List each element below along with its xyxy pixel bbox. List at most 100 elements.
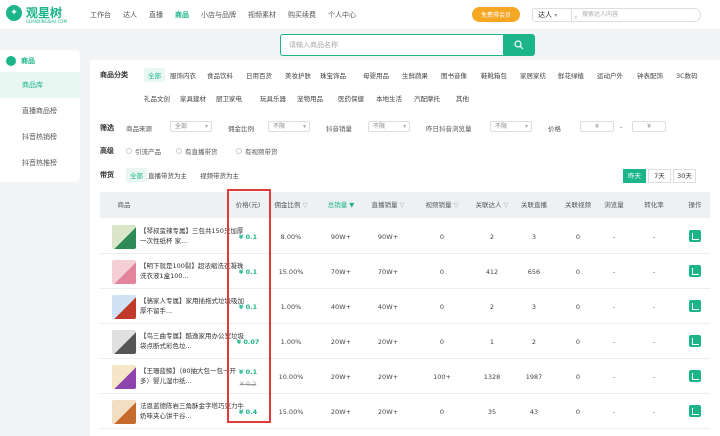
category-item[interactable]: 运动户外 — [597, 70, 623, 80]
chart-icon[interactable] — [689, 405, 701, 417]
logo[interactable]: ✦ 观星树 GUANXINGSHU.COM — [6, 4, 67, 24]
bring-option[interactable]: 直播带货为主 — [148, 170, 187, 180]
category-item[interactable]: 日用百货 — [246, 70, 272, 80]
product-thumbnail[interactable] — [112, 400, 136, 424]
nav-item[interactable]: 直播 — [149, 10, 163, 20]
product-thumbnail[interactable] — [112, 295, 136, 319]
table-header-cell[interactable]: 直播销量 ▽ — [366, 192, 410, 218]
bring-option[interactable]: 全部 — [126, 168, 147, 182]
category-item[interactable]: 钟表配饰 — [637, 70, 663, 80]
advanced-option[interactable]: 引流产品 — [126, 146, 161, 156]
commission-value: 不限 — [273, 123, 286, 130]
bring-option[interactable]: 视频带货为主 — [200, 170, 239, 180]
sales-select[interactable]: 不限 ▾ — [368, 121, 410, 132]
nav-item[interactable]: 视频素材 — [248, 10, 276, 20]
cell-lives: 656 — [527, 268, 541, 276]
table-header-cell: 操作 — [680, 192, 710, 218]
category-item[interactable]: 母婴用品 — [363, 70, 389, 80]
category-item[interactable]: 家具建材 — [180, 93, 206, 103]
sidebar-item[interactable]: 抖音热推榜 — [0, 150, 80, 176]
product-thumbnail[interactable] — [112, 260, 136, 284]
price-dash: - — [620, 123, 623, 131]
chart-icon[interactable] — [689, 335, 701, 347]
product-search-button[interactable] — [503, 34, 535, 56]
day-tab[interactable]: 昨天 — [623, 169, 646, 183]
sidebar-item[interactable]: 直播商品榜 — [0, 98, 80, 124]
sort-icon[interactable]: ▽ — [400, 201, 405, 209]
table-header-cell[interactable]: 关联直播 — [512, 192, 556, 218]
cell-videos: 0 — [575, 268, 581, 276]
advanced-option-label: 有直播带货 — [185, 148, 218, 156]
nav-item[interactable]: 达人 — [123, 10, 137, 20]
cell-conv: - — [652, 408, 656, 416]
category-item[interactable]: 鞋靴箱包 — [481, 70, 507, 80]
cell-views: - — [612, 373, 616, 381]
product-thumbnail[interactable] — [112, 330, 136, 354]
sales-label: 抖音销量 — [326, 125, 352, 133]
category-item[interactable]: 礼品文创 — [144, 93, 170, 103]
category-item[interactable]: 医药保健 — [338, 93, 364, 103]
cell-total: 90W+ — [330, 233, 352, 241]
cell-conv: - — [652, 233, 656, 241]
top-search-input[interactable]: ⌕ 搜索达人内容 — [571, 8, 701, 22]
table-header-cell[interactable]: 视频销量 ▽ — [420, 192, 464, 218]
cell-total: 40W+ — [330, 303, 352, 311]
chart-icon[interactable] — [689, 230, 701, 242]
category-item[interactable]: 3C数码 — [676, 70, 698, 80]
vip-button[interactable]: 免费得会员 — [472, 7, 520, 22]
advanced-option[interactable]: 有直播带货 — [176, 146, 218, 156]
yesterday-select[interactable]: 不限 ▾ — [490, 121, 532, 132]
nav-item[interactable]: 商品 — [175, 10, 189, 20]
category-item[interactable]: 厨卫家电 — [216, 93, 242, 103]
chart-icon[interactable] — [689, 370, 701, 382]
category-item[interactable]: 宠物用品 — [297, 93, 323, 103]
chart-icon[interactable] — [689, 300, 701, 312]
source-select[interactable]: 全部 ▾ — [170, 121, 212, 132]
category-item[interactable]: 珠宝饰品 — [320, 70, 346, 80]
category-item[interactable]: 其他 — [456, 93, 469, 103]
nav-item[interactable]: 小店与品牌 — [201, 10, 236, 20]
sidebar-item[interactable]: 抖音热销榜 — [0, 124, 80, 150]
nav-item[interactable]: 工作台 — [90, 10, 111, 20]
day-tab[interactable]: 7天 — [648, 169, 671, 183]
sort-icon[interactable]: ▽ — [454, 201, 459, 209]
table-header-cell[interactable]: 关联视频 — [556, 192, 600, 218]
cell-videos: 0 — [575, 408, 581, 416]
table-header-cell[interactable]: 总销量 ▼ — [322, 192, 360, 218]
search-type-select[interactable]: 达人 ▾ — [532, 8, 572, 22]
price-min-input[interactable]: ¥ — [580, 121, 614, 132]
category-item[interactable]: 家居家纺 — [520, 70, 546, 80]
sort-icon[interactable]: ▼ — [349, 201, 354, 209]
commission-select[interactable]: 不限 ▾ — [268, 121, 310, 132]
sidebar-item[interactable]: 商品库 — [0, 72, 80, 98]
category-item[interactable]: 本地生活 — [376, 93, 402, 103]
category-item[interactable]: 生鲜蔬果 — [402, 70, 428, 80]
table-header-cell[interactable]: 浏览量 — [600, 192, 628, 218]
table-header-cell[interactable]: 转化率 — [636, 192, 672, 218]
table-header-cell[interactable]: 佣金比例 ▽ — [270, 192, 312, 218]
cell-lives: 3 — [531, 303, 537, 311]
day-tab[interactable]: 30天 — [673, 169, 696, 183]
table-header-cell[interactable]: 关联达人 ▽ — [470, 192, 514, 218]
sort-icon[interactable]: ▽ — [303, 201, 308, 209]
category-item[interactable]: 服饰内衣 — [170, 70, 196, 80]
product-thumbnail[interactable] — [112, 365, 136, 389]
nav-item[interactable]: 购买续费 — [288, 10, 316, 20]
category-item[interactable]: 全部 — [144, 68, 165, 82]
category-item[interactable]: 鲜花绿植 — [558, 70, 584, 80]
category-item[interactable]: 美妆护肤 — [285, 70, 311, 80]
chevron-down-icon: ▾ — [402, 123, 406, 130]
category-item[interactable]: 汽配摩托 — [414, 93, 440, 103]
sort-icon[interactable]: ▽ — [504, 201, 509, 209]
category-item[interactable]: 图书音像 — [441, 70, 467, 80]
product-search-input[interactable]: 请输入商品名称 — [280, 34, 503, 56]
advanced-option[interactable]: 有视频带货 — [236, 146, 278, 156]
category-item[interactable]: 食品饮料 — [207, 70, 233, 80]
product-thumbnail[interactable] — [112, 225, 136, 249]
nav-item[interactable]: 个人中心 — [328, 10, 356, 20]
price-max-input[interactable]: ¥ — [632, 121, 666, 132]
category-item[interactable]: 玩具乐器 — [260, 93, 286, 103]
cell-video: 0 — [439, 233, 445, 241]
advanced-option-label: 有视频带货 — [245, 148, 278, 156]
chart-icon[interactable] — [689, 265, 701, 277]
